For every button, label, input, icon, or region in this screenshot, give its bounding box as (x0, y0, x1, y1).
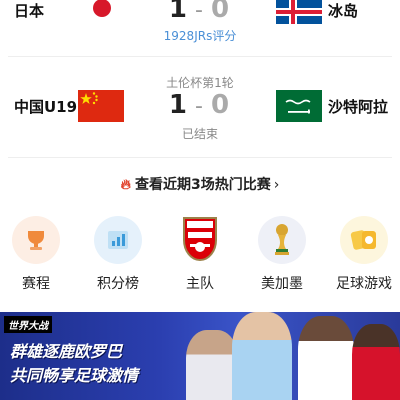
game-cards-icon (340, 216, 388, 264)
player-figure (232, 312, 292, 400)
nav-label: 赛程 (22, 276, 50, 292)
fire-icon: 🔥︎ (120, 177, 131, 193)
promo-banner[interactable]: 世界大战 群雄逐鹿欧罗巴 共同畅享足球激情 (0, 312, 400, 400)
competition-name: 土伦杯第1轮 (166, 76, 234, 90)
chevron-right-icon: › (273, 177, 280, 193)
arsenal-crest-icon (176, 216, 224, 264)
player-figure (352, 324, 400, 400)
nav-item-football-games[interactable]: 足球游戏 (329, 216, 399, 293)
banner-tag: 世界大战 (4, 316, 52, 333)
match-card-japan-iceland[interactable]: 日本 1-0 冰岛 1928JRs评分 (0, 0, 400, 50)
divider (8, 56, 392, 57)
nav-label: 主队 (186, 276, 214, 292)
standings-chart-icon (94, 216, 142, 264)
away-team-name: 沙特阿拉 (328, 98, 389, 116)
saudi-arabia-flag-icon (276, 90, 322, 122)
nav-item-schedule[interactable]: 赛程 (1, 216, 71, 293)
nav-label: 美加墨 (261, 276, 303, 292)
player-figure (186, 330, 238, 400)
world-cup-trophy-icon (258, 216, 306, 264)
iceland-flag-icon (276, 0, 322, 24)
quick-nav: 赛程 积分榜 主队 美加墨 足球游戏 (0, 216, 400, 296)
divider (8, 157, 392, 158)
nav-label: 足球游戏 (336, 276, 392, 292)
rating-link[interactable]: 1928JRs评分 (0, 27, 400, 44)
hot-matches-link[interactable]: 🔥︎ 查看近期3场热门比赛 › (0, 174, 400, 194)
trophy-cup-icon (12, 216, 60, 264)
nav-item-standings[interactable]: 积分榜 (83, 216, 153, 293)
nav-item-world-cup[interactable]: 美加墨 (247, 216, 317, 293)
away-team-name: 冰岛 (328, 2, 359, 20)
nav-label: 积分榜 (97, 276, 139, 292)
nav-item-home-team[interactable]: 主队 (165, 216, 235, 293)
banner-subheadline: 共同畅享足球激情 (10, 366, 139, 385)
hot-matches-label: 查看近期3场热门比赛 (134, 177, 271, 193)
match-card-china-saudi[interactable]: 土伦杯第1轮 中国U19 1-0 沙特阿拉 已结束 (0, 70, 400, 150)
banner-headline: 群雄逐鹿欧罗巴 (10, 342, 123, 361)
player-figure (298, 316, 354, 400)
match-status: 已结束 (181, 127, 218, 141)
